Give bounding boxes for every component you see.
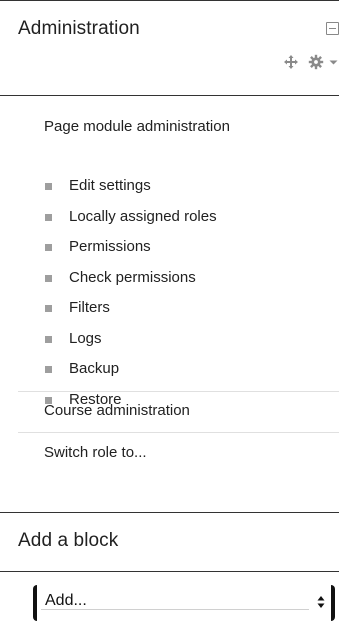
menu-item-label: Check permissions xyxy=(69,268,196,286)
select-value: Add... xyxy=(45,592,87,609)
menu-item-label: Filters xyxy=(69,299,110,316)
bullet-icon xyxy=(45,244,52,251)
collapse-icon[interactable] xyxy=(326,22,339,35)
menu-item-label: Edit settings xyxy=(69,177,151,194)
administration-title: Administration xyxy=(18,18,140,39)
bullet-icon xyxy=(45,274,52,282)
add-block-select[interactable]: Add... xyxy=(33,585,335,621)
menu-item-logs[interactable]: Logs xyxy=(44,324,217,355)
header-divider xyxy=(0,95,339,96)
bullet-icon xyxy=(45,305,52,312)
menu-item-locally-assigned-roles[interactable]: Locally assigned roles xyxy=(44,202,217,233)
add-block-header-divider xyxy=(0,571,339,572)
menu-item-filters[interactable]: Filters xyxy=(44,293,217,324)
add-block-top-border xyxy=(0,512,339,513)
menu-item-label: Backup xyxy=(69,360,120,377)
section-divider xyxy=(18,391,339,392)
menu-item-edit-settings[interactable]: Edit settings xyxy=(44,171,217,202)
menu-item-check-permissions[interactable]: Check permissions xyxy=(44,263,217,294)
page-module-heading[interactable]: Page module administration xyxy=(44,118,230,135)
bullet-icon xyxy=(45,366,52,373)
page-module-menu: Edit settings Locally assigned roles Per… xyxy=(44,171,217,415)
menu-item-permissions[interactable]: Permissions xyxy=(44,232,217,263)
bullet-icon xyxy=(45,183,52,190)
menu-item-label: Permissions xyxy=(69,238,151,255)
bullet-icon xyxy=(45,335,52,343)
gear-icon[interactable] xyxy=(308,54,324,70)
menu-item-label: Locally assigned roles xyxy=(69,207,217,225)
select-arrows-icon xyxy=(317,596,325,608)
menu-item-backup[interactable]: Backup xyxy=(44,354,217,385)
switch-role-link[interactable]: Switch role to... xyxy=(44,444,147,461)
section-divider xyxy=(18,432,339,433)
course-administration-link[interactable]: Course administration xyxy=(44,402,190,419)
bullet-icon xyxy=(45,213,52,221)
menu-item-label: Logs xyxy=(69,329,102,347)
caret-down-icon[interactable] xyxy=(328,54,339,70)
add-block-title: Add a block xyxy=(18,530,119,551)
move-icon[interactable] xyxy=(283,54,299,70)
top-border xyxy=(0,0,339,1)
